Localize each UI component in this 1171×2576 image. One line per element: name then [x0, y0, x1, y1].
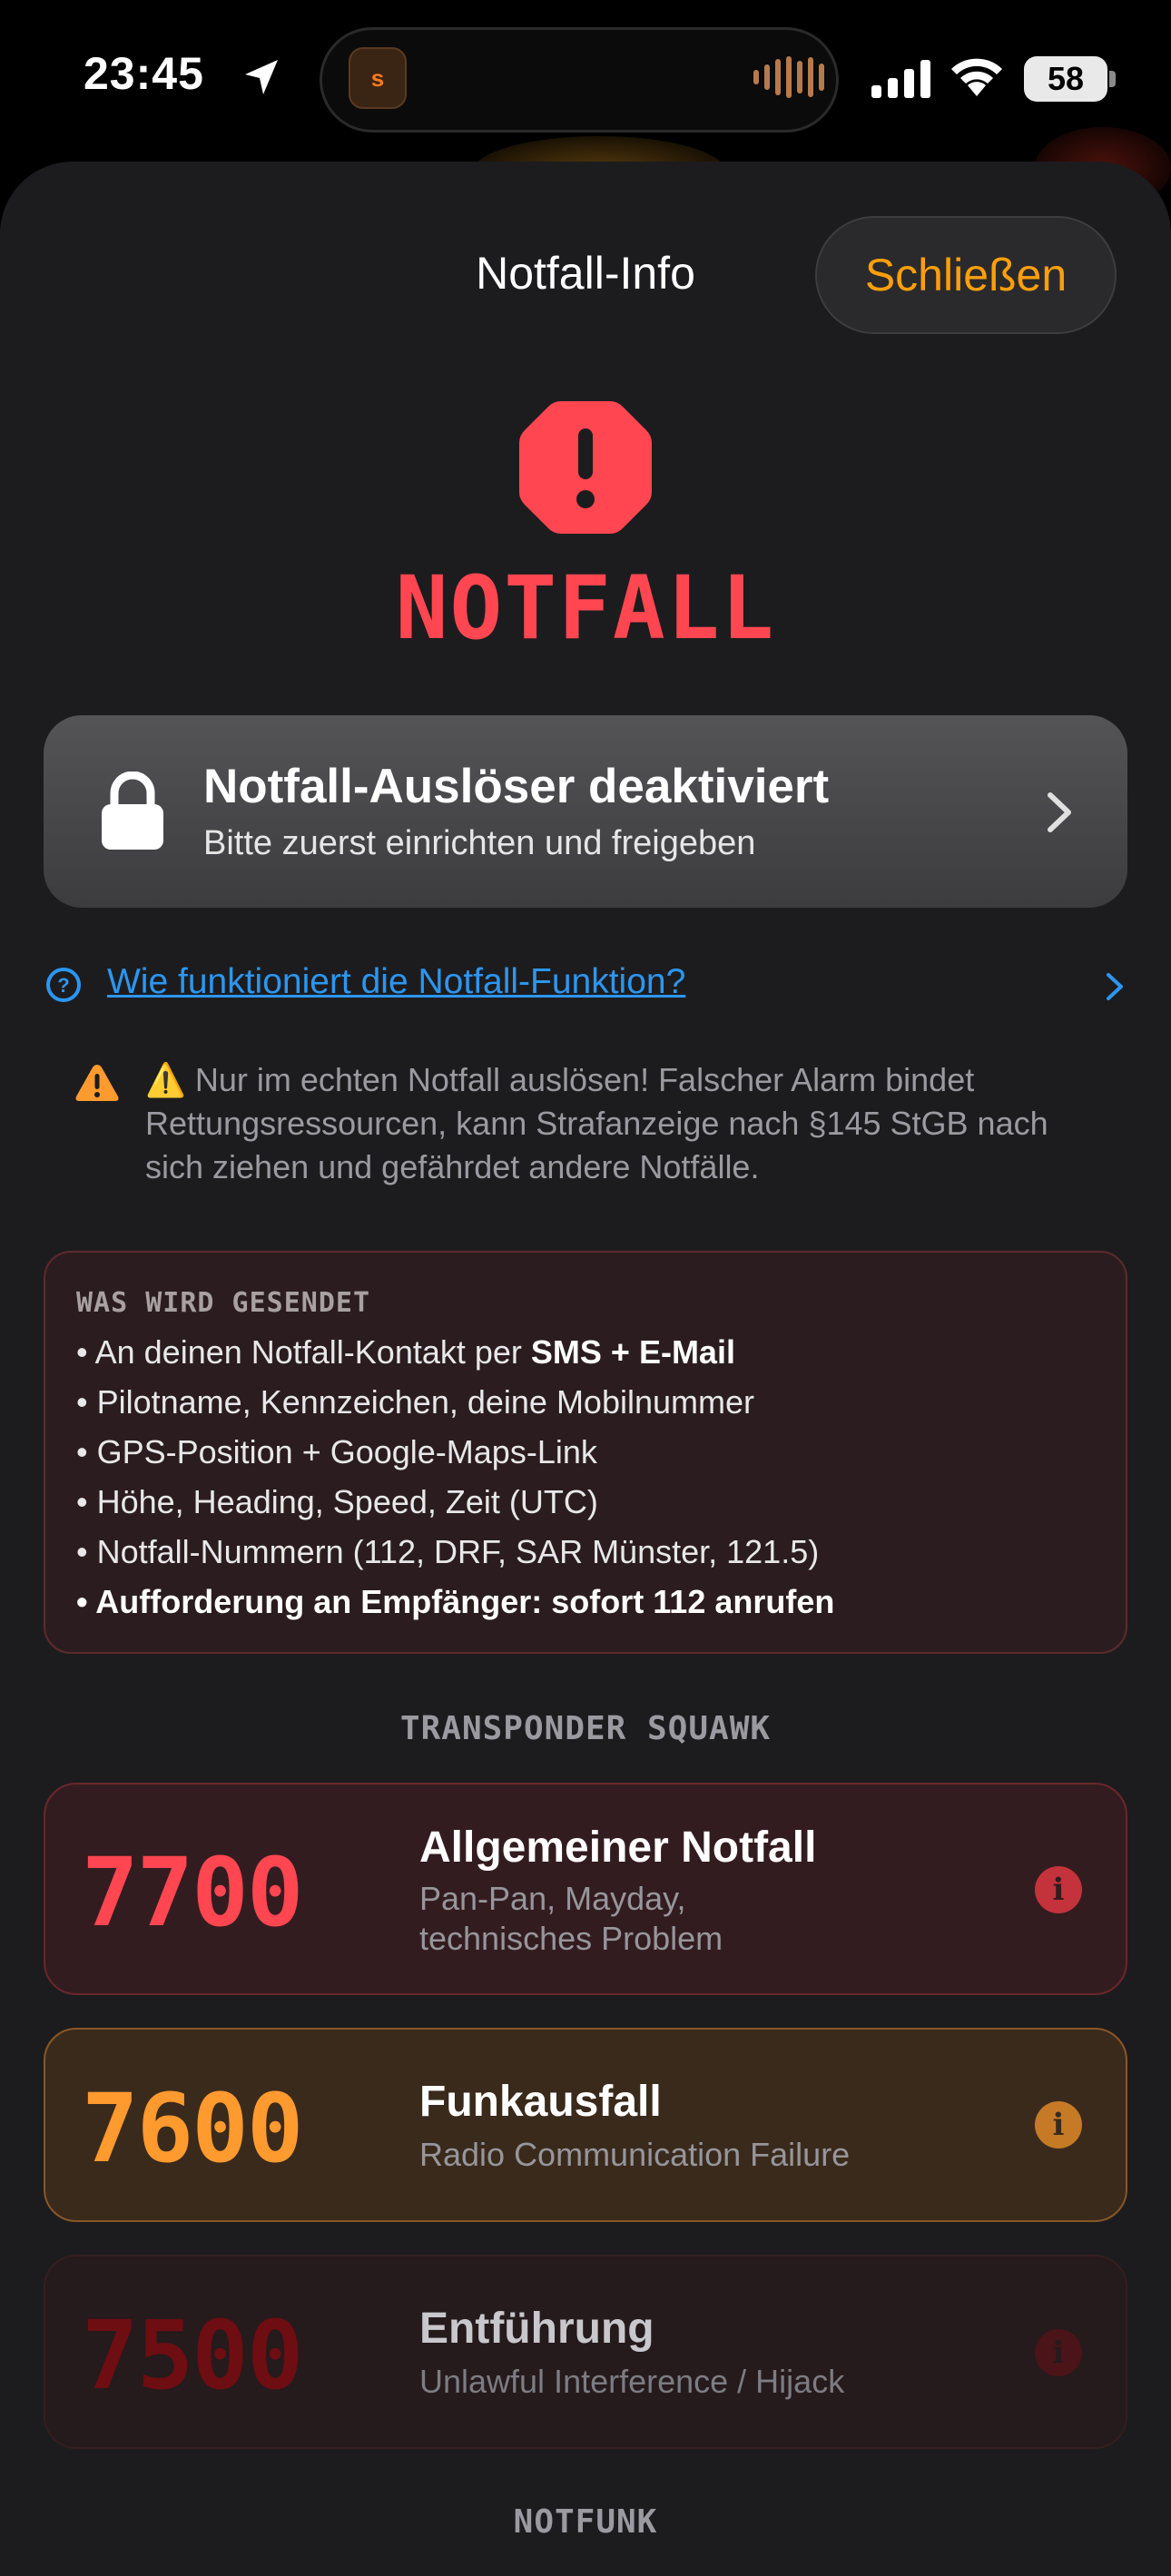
warning-triangle-icon	[75, 1065, 119, 1101]
list-item: • GPS-Position + Google-Maps-Link	[76, 1433, 597, 1470]
audio-wave-icon	[753, 56, 824, 98]
wifi-icon	[951, 58, 1002, 96]
list-item: • Pilotname, Kennzeichen, deine Mobilnum…	[76, 1383, 754, 1421]
squawk-title: Funkausfall	[419, 2078, 662, 2126]
list-item: • Höhe, Heading, Speed, Zeit (UTC)	[76, 1483, 598, 1520]
chevron-right-icon[interactable]	[1106, 972, 1124, 1001]
trigger-subtitle: Bitte zuerst einrichten und freigeben	[203, 824, 756, 862]
squawk-subtitle: technisches Problem	[419, 1920, 723, 1957]
chevron-right-icon	[1048, 792, 1071, 832]
notfunk-section-heading: NOTFUNK	[513, 2503, 658, 2541]
island-app-icon: s	[349, 47, 407, 109]
squawk-section-heading: TRANSPONDER SQUAWK	[399, 1710, 772, 1747]
list-item: • Aufforderung an Empfänger: sofort 112 …	[76, 1583, 835, 1620]
info-circle-icon[interactable]: i	[1035, 2101, 1082, 2148]
question-circle-icon: ?	[46, 968, 81, 1002]
octagon-exclamation-icon	[519, 401, 652, 534]
location-arrow-icon	[245, 60, 278, 94]
squawk-subtitle: Radio Communication Failure	[419, 2136, 851, 2173]
lock-icon	[102, 772, 163, 850]
squawk-title: Allgemeiner Notfall	[419, 1824, 817, 1872]
squawk-code: 7700	[82, 1837, 303, 1948]
status-time: 23:45	[84, 48, 204, 99]
svg-text:?: ?	[57, 974, 69, 997]
squawk-title: Entführung	[419, 2305, 654, 2353]
list-item: • Notfall-Nummern (112, DRF, SAR Münster…	[76, 1533, 820, 1570]
send-info-heading: WAS WIRD GESENDET	[76, 1287, 371, 1319]
false-alarm-warning: ⚠️ Nur im echten Notfall auslösen! Falsc…	[145, 1061, 1048, 1185]
trigger-title: Notfall-Auslöser deaktiviert	[203, 760, 830, 813]
squawk-code: 7500	[82, 2300, 303, 2411]
list-item: • An deinen Notfall-Kontakt per SMS + E-…	[76, 1333, 735, 1371]
battery-icon: 58	[1024, 56, 1107, 102]
info-circle-icon[interactable]: i	[1035, 2329, 1082, 2376]
emergency-heading: NOTFALL	[395, 557, 776, 659]
signal-icon	[871, 60, 930, 98]
battery-tip	[1109, 71, 1116, 87]
help-link[interactable]: Wie funktioniert die Notfall-Funktion?	[107, 962, 685, 1002]
close-button[interactable]: Schließen	[815, 216, 1117, 334]
squawk-code: 7600	[82, 2073, 303, 2184]
squawk-subtitle: Pan-Pan, Mayday,	[419, 1880, 686, 1917]
send-info-list: • An deinen Notfall-Kontakt per SMS + E-…	[76, 1327, 834, 1627]
squawk-subtitle: Unlawful Interference / Hijack	[419, 2363, 845, 2400]
info-circle-icon[interactable]: i	[1035, 1866, 1082, 1913]
